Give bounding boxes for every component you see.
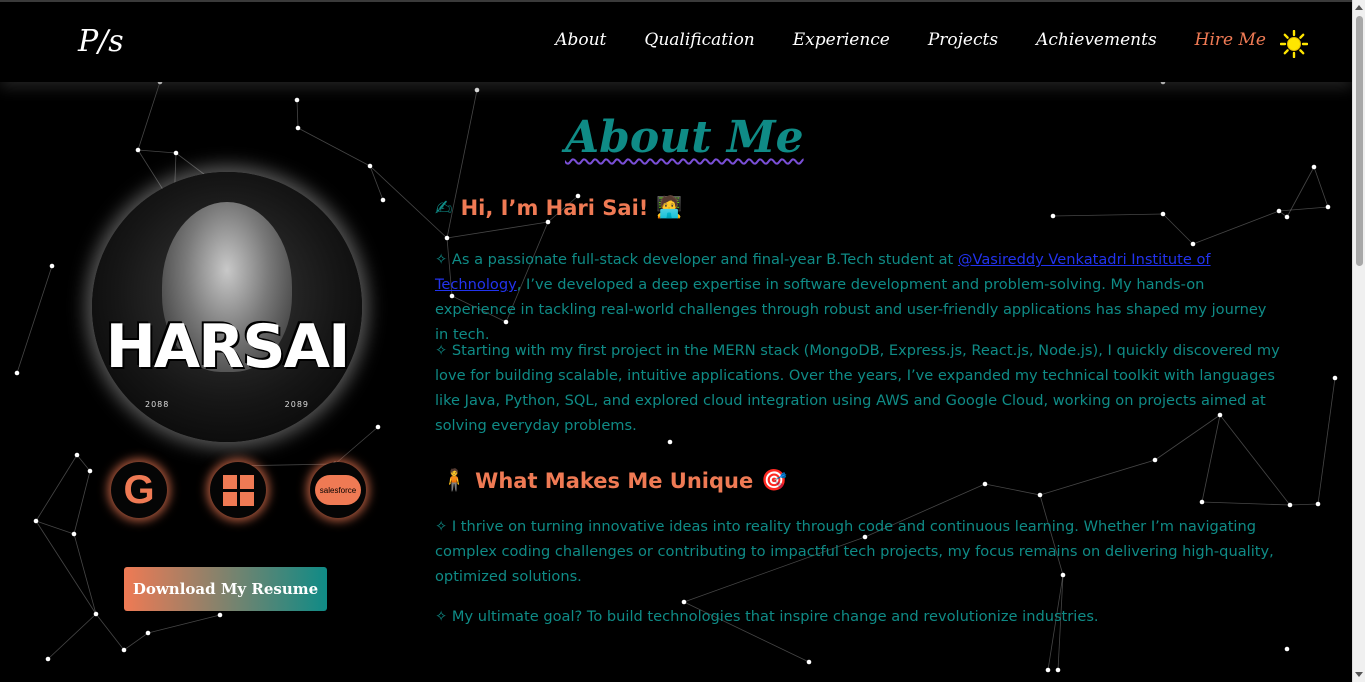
sun-icon[interactable] — [1280, 30, 1308, 58]
intro-paragraph: ✧ As a passionate full-stack developer a… — [435, 247, 1280, 347]
navbar: P/s About Qualification Experience Proje… — [0, 0, 1352, 82]
avatar-name: HARSAI — [105, 312, 351, 382]
avatar-year-right: 2089 — [284, 400, 309, 409]
intro-text: ✧ As a passionate full-stack developer a… — [435, 251, 958, 268]
google-icon: G — [123, 467, 155, 512]
profile-column: HARSAI 2088 2089 G salesforce Download M… — [0, 82, 420, 682]
nav-qualification[interactable]: Qualification — [644, 30, 754, 50]
avatar-year-left: 2088 — [145, 400, 170, 409]
download-resume-button[interactable]: Download My Resume — [124, 567, 327, 611]
scroll-down-arrow-icon[interactable] — [1355, 672, 1363, 677]
about-section: About Me ✍ Hi, I’m Hari Sai! 🧑‍💻 ✧ As a … — [435, 82, 1280, 682]
pen-icon: ✍ — [435, 195, 453, 220]
profile-avatar: HARSAI 2088 2089 — [92, 172, 362, 442]
scroll-up-arrow-icon[interactable] — [1355, 5, 1363, 10]
microsoft-icon — [222, 474, 254, 506]
network-line — [1317, 377, 1336, 505]
network-node — [1287, 502, 1293, 508]
network-node — [1315, 501, 1321, 507]
network-node — [1284, 646, 1290, 652]
network-node — [1311, 164, 1317, 170]
network-node — [1325, 204, 1331, 210]
nav-achievements[interactable]: Achievements — [1036, 30, 1157, 50]
google-badge[interactable]: G — [111, 462, 167, 518]
journey-paragraph: ✧ Starting with my first project in the … — [435, 342, 1280, 434]
technologist-icon: 🧑‍💻 — [656, 195, 683, 219]
section-title: About Me — [565, 112, 804, 163]
unique-paragraph: ✧ I thrive on turning innovative ideas i… — [435, 518, 1274, 585]
network-line — [1278, 206, 1329, 212]
nav-links: About Qualification Experience Projects … — [517, 30, 1266, 50]
nav-about[interactable]: About — [555, 30, 606, 50]
network-line — [1313, 166, 1329, 208]
nav-hire-me[interactable]: Hire Me — [1195, 30, 1266, 50]
target-icon: 🎯 — [761, 468, 788, 492]
unique-heading: 🧍 What Makes Me Unique 🎯 — [441, 468, 787, 493]
network-node — [1332, 375, 1338, 381]
page-scrollbar[interactable] — [1352, 0, 1365, 682]
network-node — [1284, 214, 1290, 220]
nav-experience[interactable]: Experience — [793, 30, 890, 50]
goal-paragraph: ✧ My ultimate goal? To build technologie… — [435, 608, 1099, 625]
intro-text-end: , I’ve developed a deep expertise in sof… — [435, 276, 1267, 343]
greeting-text: Hi, I’m Hari Sai! — [460, 195, 649, 220]
salesforce-icon: salesforce — [315, 475, 361, 505]
unique-title: What Makes Me Unique — [475, 468, 754, 493]
nav-projects[interactable]: Projects — [928, 30, 998, 50]
microsoft-badge[interactable] — [210, 462, 266, 518]
network-line — [1289, 503, 1319, 506]
salesforce-badge[interactable]: salesforce — [310, 462, 366, 518]
person-icon: 🧍 — [441, 468, 468, 492]
site-logo[interactable]: P/s — [78, 20, 124, 64]
greeting-heading: ✍ Hi, I’m Hari Sai! 🧑‍💻 — [435, 195, 683, 220]
scroll-thumb[interactable] — [1356, 16, 1363, 266]
